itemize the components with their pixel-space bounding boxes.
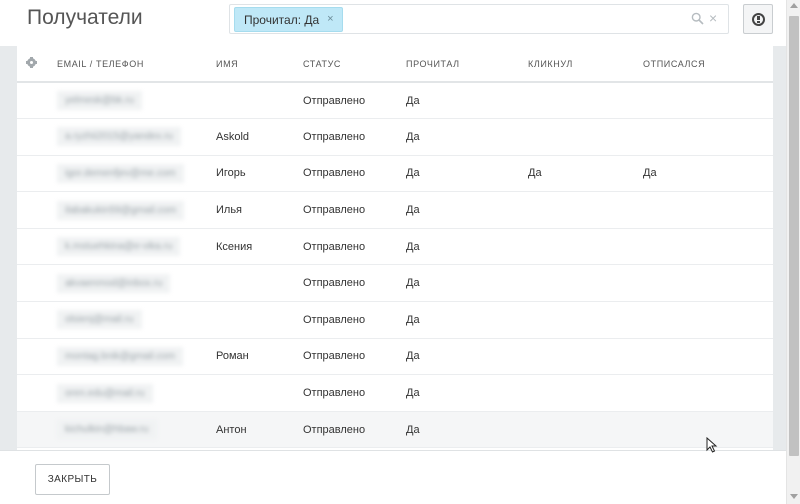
dialog-header: Получатели Прочитал: Да × × <box>0 0 786 46</box>
vertical-scrollbar[interactable] <box>786 0 800 504</box>
scroll-down-arrow-icon[interactable] <box>790 494 798 499</box>
email-cell: olsienj@mail.ru <box>57 310 142 330</box>
status-cell: Отправлено <box>303 301 406 339</box>
read-cell: Да <box>406 301 528 339</box>
info-button[interactable] <box>743 4 773 34</box>
name-cell: Роман <box>216 338 303 376</box>
recipients-table-wrap: EMAIL / ТЕЛЕФОН ИМЯ СТАТУС ПРОЧИТАЛ КЛИК… <box>17 46 773 450</box>
unsubscribed-cell <box>643 118 773 156</box>
read-cell: Да <box>406 264 528 303</box>
unsubscribed-cell <box>643 228 773 266</box>
filter-chip[interactable]: Прочитал: Да × <box>234 7 343 32</box>
column-header-read[interactable]: ПРОЧИТАЛ <box>406 46 528 83</box>
name-cell <box>216 301 303 339</box>
status-cell: Отправлено <box>303 191 406 229</box>
table-row[interactable]: yelmesk@bk.ru Отправлено Да <box>17 82 773 120</box>
search-input[interactable] <box>342 8 682 31</box>
column-header-email[interactable]: EMAIL / ТЕЛЕФОН <box>45 46 216 83</box>
unsubscribed-cell <box>643 264 773 303</box>
read-cell: Да <box>406 411 528 449</box>
name-cell: Ксения <box>216 228 303 266</box>
clicked-cell <box>528 228 643 266</box>
page-title: Получатели <box>27 6 143 29</box>
email-cell: a.ryzhii2015@yandex.ru <box>57 127 181 147</box>
read-cell: Да <box>406 118 528 156</box>
dialog-footer: ЗАКРЫТЬ <box>0 450 786 504</box>
table-row[interactable]: k.mstuehkina@e-vika.ru Ксения Отправлено… <box>17 228 773 266</box>
column-header-name[interactable]: ИМЯ <box>216 46 303 83</box>
table-row[interactable]: akvaenmod@inbox.ru Отправлено Да <box>17 264 773 303</box>
clicked-cell <box>528 118 643 156</box>
table-row[interactable]: kichulkin@hbaw.ru Антон Отправлено Да <box>17 411 773 449</box>
status-cell: Отправлено <box>303 411 406 449</box>
status-cell: Отправлено <box>303 374 406 412</box>
unsubscribed-cell <box>643 82 773 120</box>
status-cell: Отправлено <box>303 155 406 193</box>
table-row[interactable]: olsienj@mail.ru Отправлено Да <box>17 301 773 339</box>
scrollbar-thumb[interactable] <box>789 16 799 456</box>
name-cell <box>216 264 303 303</box>
column-header-status[interactable]: СТАТУС <box>303 46 406 83</box>
unsubscribed-cell: Да <box>643 155 773 193</box>
filter-chip-label: Прочитал: Да <box>244 12 320 27</box>
recipients-table: EMAIL / ТЕЛЕФОН ИМЯ СТАТУС ПРОЧИТАЛ КЛИК… <box>17 46 773 449</box>
unsubscribed-cell <box>643 374 773 412</box>
mouse-cursor-icon <box>706 437 718 453</box>
email-cell: montag.bnik@gmail.com <box>57 346 184 366</box>
search-bar[interactable]: Прочитал: Да × × <box>229 4 729 34</box>
info-icon <box>751 12 765 26</box>
column-header-unsubscribed[interactable]: ОТПИСАЛСЯ <box>643 46 773 83</box>
clicked-cell <box>528 301 643 339</box>
read-cell: Да <box>406 155 528 193</box>
email-cell: k.mstuehkina@e-vika.ru <box>57 237 181 257</box>
content-area: EMAIL / ТЕЛЕФОН ИМЯ СТАТУС ПРОЧИТАЛ КЛИК… <box>0 46 786 450</box>
status-cell: Отправлено <box>303 228 406 266</box>
clicked-cell <box>528 264 643 303</box>
email-cell: akvaenmod@inbox.ru <box>57 273 171 293</box>
scroll-up-arrow-icon[interactable] <box>790 3 798 8</box>
unsubscribed-cell <box>643 338 773 376</box>
email-cell: yelmesk@bk.ru <box>57 91 143 111</box>
status-cell: Отправлено <box>303 264 406 303</box>
read-cell: Да <box>406 374 528 412</box>
email-cell: kichulkin@hbaw.ru <box>57 420 157 440</box>
unsubscribed-cell <box>643 301 773 339</box>
table-row[interactable]: ilabakukin59@gmail.com Илья Отправлено Д… <box>17 191 773 229</box>
table-header-row: EMAIL / ТЕЛЕФОН ИМЯ СТАТУС ПРОЧИТАЛ КЛИК… <box>17 46 773 83</box>
table-row[interactable]: igor.demenfjev@me.com Игорь Отправлено Д… <box>17 155 773 193</box>
column-settings[interactable] <box>17 46 45 83</box>
clicked-cell <box>528 374 643 412</box>
name-cell: Антон <box>216 411 303 449</box>
email-cell: oren.edu@mail.ru <box>57 383 153 403</box>
read-cell: Да <box>406 338 528 376</box>
unsubscribed-cell <box>643 191 773 229</box>
read-cell: Да <box>406 228 528 266</box>
clicked-cell <box>528 338 643 376</box>
clicked-cell <box>528 411 643 449</box>
email-cell: ilabakukin59@gmail.com <box>57 200 185 220</box>
clear-search-icon[interactable]: × <box>709 10 717 26</box>
status-cell: Отправлено <box>303 118 406 156</box>
name-cell: Askold <box>216 118 303 156</box>
email-cell: igor.demenfjev@me.com <box>57 163 184 183</box>
clicked-cell <box>528 82 643 120</box>
status-cell: Отправлено <box>303 338 406 376</box>
name-cell: Игорь <box>216 155 303 193</box>
clicked-cell: Да <box>528 155 643 193</box>
gear-icon[interactable] <box>26 57 37 68</box>
name-cell: Илья <box>216 191 303 229</box>
search-icon[interactable] <box>691 12 704 25</box>
status-cell: Отправлено <box>303 82 406 120</box>
read-cell: Да <box>406 82 528 120</box>
column-header-clicked[interactable]: КЛИКНУЛ <box>528 46 643 83</box>
table-row[interactable]: montag.bnik@gmail.com Роман Отправлено Д… <box>17 338 773 376</box>
close-button[interactable]: ЗАКРЫТЬ <box>35 464 110 495</box>
name-cell <box>216 374 303 412</box>
clicked-cell <box>528 191 643 229</box>
read-cell: Да <box>406 191 528 229</box>
name-cell <box>216 82 303 120</box>
chip-close-icon[interactable]: × <box>327 14 333 25</box>
table-row[interactable]: oren.edu@mail.ru Отправлено Да <box>17 374 773 412</box>
table-row[interactable]: a.ryzhii2015@yandex.ru Askold Отправлено… <box>17 118 773 156</box>
